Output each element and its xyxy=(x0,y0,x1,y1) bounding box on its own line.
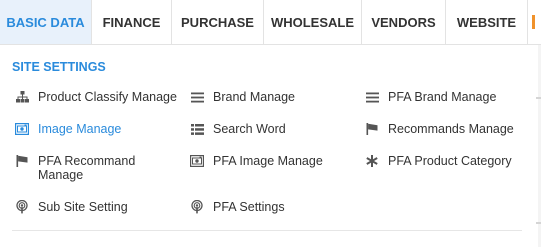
menu-item-pfa-image-manage[interactable]: PFA Image Manage xyxy=(190,154,323,168)
image-icon xyxy=(190,154,204,168)
menu-item-label: Search Word xyxy=(213,122,286,136)
menu-item-pfa-recommand-manage[interactable]: PFA Recommand Manage xyxy=(15,154,148,182)
menu-item-label: Sub Site Setting xyxy=(38,200,128,214)
image-icon xyxy=(15,122,29,136)
site-settings-mega-menu: BASIC DATA FINANCE PURCHASE WHOLESALE VE… xyxy=(0,0,541,247)
right-edge-divider xyxy=(536,97,541,99)
flag-icon xyxy=(15,154,29,168)
menu-item-product-classify-manage[interactable]: Product Classify Manage xyxy=(15,90,177,104)
menu-item-label: Image Manage xyxy=(38,122,122,136)
menu-items-grid: Product Classify Manage Brand Manage PFA… xyxy=(0,0,541,247)
menu-item-label: Recommands Manage xyxy=(388,122,514,136)
menu-item-label: Brand Manage xyxy=(213,90,296,104)
menu-item-label: PFA Settings xyxy=(213,200,285,214)
bottom-divider xyxy=(12,230,522,231)
menu-item-label: Product Classify Manage xyxy=(38,90,177,104)
menu-item-label: PFA Brand Manage xyxy=(388,90,497,104)
flag-icon xyxy=(365,122,379,136)
menu-item-brand-manage[interactable]: Brand Manage xyxy=(190,90,295,104)
menu-item-pfa-brand-manage[interactable]: PFA Brand Manage xyxy=(365,90,496,104)
menu-item-pfa-product-category[interactable]: PFA Product Category xyxy=(365,154,512,168)
menu-item-recommands-manage[interactable]: Recommands Manage xyxy=(365,122,514,136)
menu-item-search-word[interactable]: Search Word xyxy=(190,122,286,136)
asterisk-icon xyxy=(365,154,379,168)
list-icon xyxy=(365,90,379,104)
menu-item-image-manage[interactable]: Image Manage xyxy=(15,122,121,136)
podcast-icon xyxy=(190,200,204,214)
menu-item-label: PFA Image Manage xyxy=(213,154,323,168)
hierarchy-icon xyxy=(15,90,29,104)
menu-item-sub-site-setting[interactable]: Sub Site Setting xyxy=(15,200,128,214)
menu-item-pfa-settings[interactable]: PFA Settings xyxy=(190,200,285,214)
table-list-icon xyxy=(190,122,204,136)
menu-item-label: PFA Recommand Manage xyxy=(38,154,136,182)
list-icon xyxy=(190,90,204,104)
podcast-icon xyxy=(15,200,29,214)
right-edge-divider xyxy=(536,222,541,224)
menu-item-label: PFA Product Category xyxy=(388,154,512,168)
